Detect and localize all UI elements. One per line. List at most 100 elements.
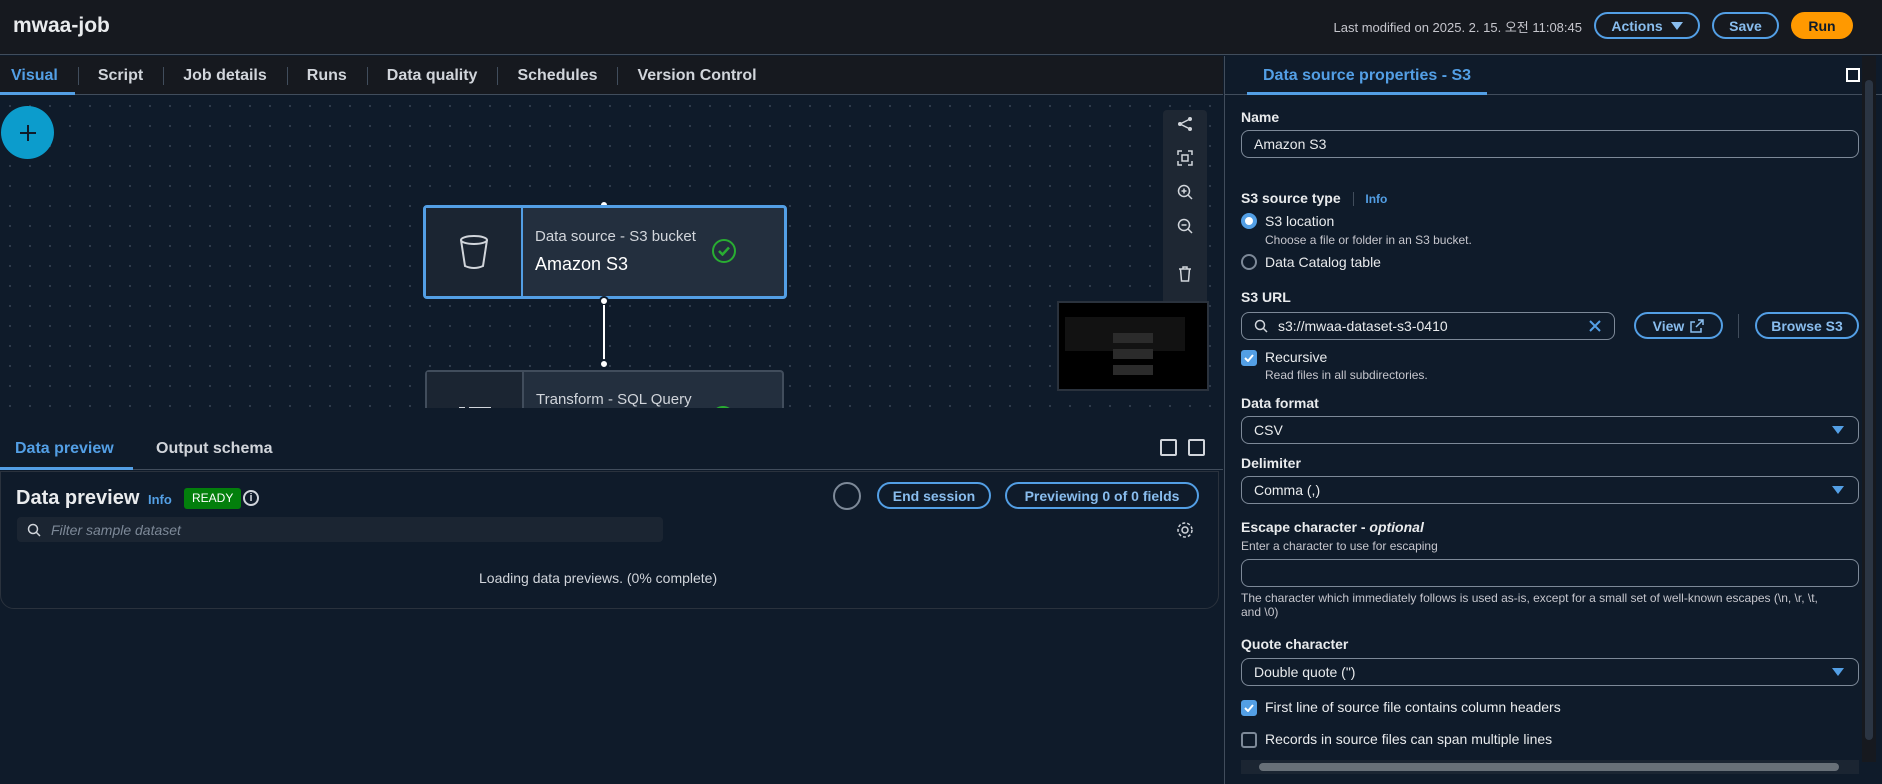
data-format-select[interactable]: CSV [1241,416,1859,444]
s3-url-value: s3://mwaa-dataset-s3-0410 [1278,318,1448,334]
view-label: View [1652,317,1685,334]
add-node-button[interactable] [1,106,54,159]
name-input[interactable]: Amazon S3 [1241,130,1859,158]
escape-label: Escape character - optional [1241,519,1424,535]
s3-location-desc: Choose a file or folder in an S3 bucket. [1265,233,1472,247]
actions-label: Actions [1611,17,1663,34]
minimize-panel-icon[interactable] [1160,439,1177,456]
recursive-checkbox[interactable] [1241,350,1257,366]
data-preview-title: Data preview [16,487,140,509]
zoom-in-icon[interactable] [1173,180,1197,204]
edge-line [603,305,605,360]
info-link[interactable]: Info [148,492,172,507]
filter-placeholder: Filter sample dataset [51,521,181,538]
save-button[interactable]: Save [1712,12,1779,39]
delimiter-label: Delimiter [1241,455,1301,471]
info-circle-icon[interactable]: i [243,490,259,506]
filter-dataset-input[interactable]: Filter sample dataset [17,517,663,542]
loading-text: Loading data previews. (0% complete) [479,570,718,586]
multiline-checkbox[interactable] [1241,732,1257,748]
properties-panel: Data source properties - S3 Name Amazon … [1224,56,1882,784]
headers-checkbox[interactable] [1241,700,1257,716]
tab-version-control[interactable]: Version Control [617,56,776,95]
node-transform-sql[interactable]: Transform - SQL Query [425,370,784,408]
tab-job-details[interactable]: Job details [163,56,287,95]
escape-note: The character which immediately follows … [1241,591,1818,619]
job-tabs: Visual Script Job details Runs Data qual… [0,56,1223,95]
node-subtitle: Transform - SQL Query [536,391,692,408]
data-catalog-radio[interactable] [1241,254,1257,270]
layout-icon[interactable] [1173,112,1197,136]
view-button[interactable]: View [1634,312,1723,339]
bucket-icon [459,235,488,269]
node-data-source-s3[interactable]: Data source - S3 bucket Amazon S3 [423,205,787,299]
tab-visual[interactable]: Visual [0,56,78,95]
properties-header: Data source properties - S3 [1225,56,1882,95]
fit-view-icon[interactable] [1173,146,1197,170]
vertical-scrollbar[interactable] [1862,56,1876,762]
properties-title[interactable]: Data source properties - S3 [1263,67,1471,85]
info-link[interactable]: Info [1365,192,1387,206]
data-preview-container: Data preview Info READY i End session Pr… [0,471,1219,609]
tab-data-preview[interactable]: Data preview [15,440,114,458]
tab-runs[interactable]: Runs [286,56,367,95]
run-button[interactable]: Run [1791,12,1853,39]
recursive-label: Recursive [1265,349,1328,365]
delimiter-select[interactable]: Comma (,) [1241,476,1859,504]
horizontal-scrollbar[interactable] [1241,760,1859,774]
browse-s3-button[interactable]: Browse S3 [1755,312,1859,339]
node2-input-port[interactable] [599,359,609,369]
glue-studio-app: mwaa-job Last modified on 2025. 2. 15. 오… [0,0,1882,784]
node-subtitle: Data source - S3 bucket [535,228,696,245]
trash-icon[interactable] [1173,262,1197,286]
s3-location-radio[interactable] [1241,213,1257,229]
headers-label: First line of source file contains colum… [1265,699,1561,715]
source-type-label: S3 source type Info [1241,190,1388,207]
check-circle-icon [712,239,736,263]
tab-output-schema[interactable]: Output schema [156,440,272,458]
tab-script[interactable]: Script [77,56,163,95]
external-link-icon [1690,318,1705,333]
last-modified-text: Last modified on 2025. 2. 15. 오전 11:08:4… [1333,20,1582,35]
previewing-fields-button[interactable]: Previewing 0 of 0 fields [1005,482,1199,509]
caret-down-icon [1670,21,1683,30]
escape-hint: Enter a character to use for escaping [1241,539,1438,553]
s3-url-input[interactable]: s3://mwaa-dataset-s3-0410 [1241,312,1615,340]
scrollbar-thumb[interactable] [1865,80,1873,740]
top-header: mwaa-job Last modified on 2025. 2. 15. 오… [0,0,1882,55]
recursive-desc: Read files in all subdirectories. [1265,368,1428,382]
gear-icon[interactable] [1176,521,1194,539]
search-icon [27,523,41,537]
zoom-out-icon[interactable] [1173,214,1197,238]
tab-data-quality[interactable]: Data quality [366,56,498,95]
bottom-panel: Data preview Output schema Data preview … [0,408,1223,784]
maximize-panel-icon[interactable] [1188,439,1205,456]
clear-icon[interactable] [1588,319,1602,333]
job-title: mwaa-job [13,14,110,37]
node-icon-area [427,372,524,408]
s3-location-label: S3 location [1265,213,1335,229]
actions-button[interactable]: Actions [1594,12,1700,39]
node-icon-area [426,208,523,296]
visual-canvas[interactable]: Data source - S3 bucket Amazon S3 Transf… [0,96,1223,408]
name-label: Name [1241,109,1280,125]
expand-icon[interactable] [1846,68,1860,82]
list-icon [458,407,491,408]
quote-select[interactable]: Double quote (") [1241,658,1859,686]
session-spinner-icon [833,482,861,510]
end-session-button[interactable]: End session [877,482,991,509]
scrollbar-thumb[interactable] [1259,763,1839,771]
active-tab-underline [1247,92,1487,95]
multiline-label: Records in source files can span multipl… [1265,731,1553,747]
s3-url-label: S3 URL [1241,289,1291,305]
data-catalog-label: Data Catalog table [1265,254,1381,270]
divider [1738,314,1739,338]
plus-icon [19,124,36,141]
node-title: Amazon S3 [535,254,629,274]
status-badge: READY [184,488,242,509]
tab-schedules[interactable]: Schedules [497,56,617,95]
search-icon [1254,319,1268,333]
escape-input[interactable] [1241,559,1859,587]
data-format-label: Data format [1241,395,1319,411]
canvas-minimap[interactable] [1057,301,1209,391]
